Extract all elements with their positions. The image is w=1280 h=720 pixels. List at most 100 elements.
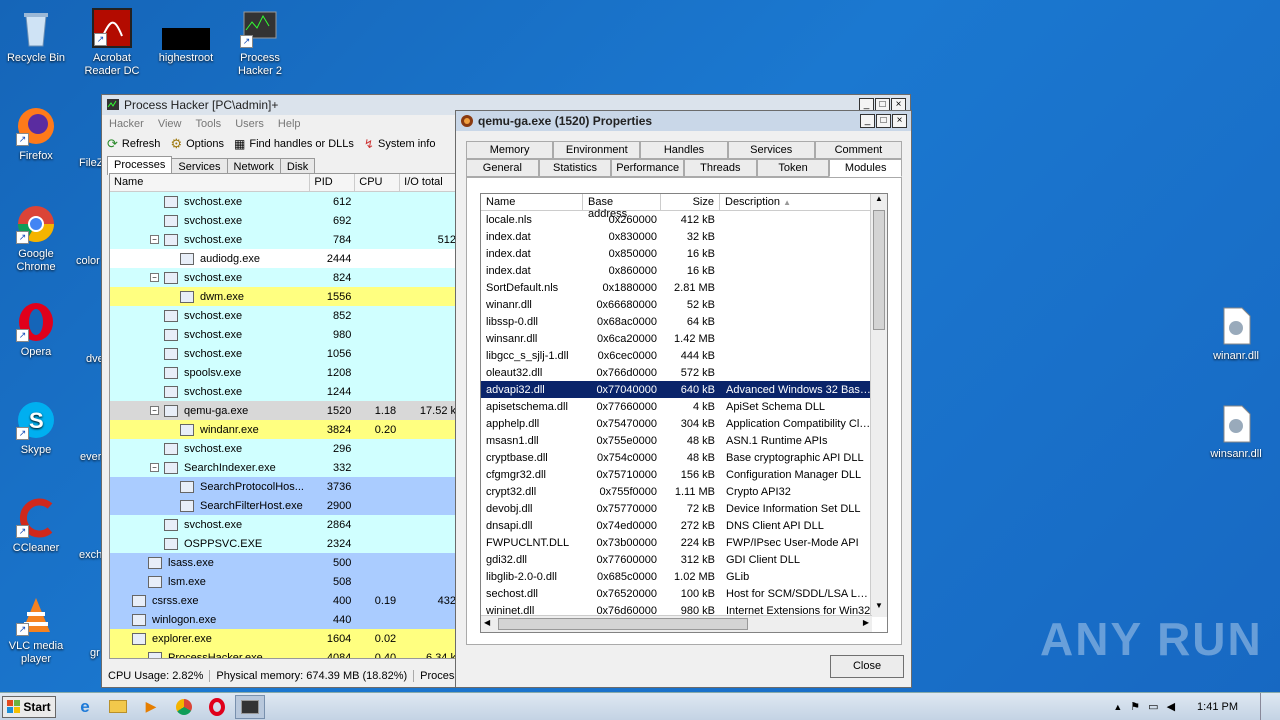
module-row[interactable]: index.dat 0x860000 16 kB [481, 262, 887, 279]
menu-help[interactable]: Help [278, 118, 301, 130]
process-row[interactable]: windanr.exe 3824 0.20 [110, 420, 458, 439]
process-row[interactable]: svchost.exe 852 [110, 306, 458, 325]
column-header-io[interactable]: I/O total [400, 174, 458, 191]
module-row[interactable]: msasn1.dll 0x755e0000 48 kB ASN.1 Runtime A… [481, 432, 887, 449]
process-row[interactable]: svchost.exe 296 [110, 439, 458, 458]
menu-hacker[interactable]: Hacker [109, 118, 144, 130]
collapse-toggle-icon[interactable]: − [150, 406, 159, 415]
process-row[interactable]: winlogon.exe 440 [110, 610, 458, 629]
tab-general[interactable]: General [466, 159, 539, 177]
module-row[interactable]: FWPUCLNT.DLL 0x73b00000 224 kB FWP/IPsec Us… [481, 534, 887, 551]
column-header-description[interactable]: Description ▲ [720, 194, 871, 210]
desktop-icon-vlc[interactable]: ↗ VLC media player [0, 596, 72, 666]
column-header-base-address[interactable]: Base address [583, 194, 661, 220]
system-info-button[interactable]: ↯ System info [364, 137, 436, 151]
taskbar-explorer[interactable] [103, 695, 133, 719]
tab-services[interactable]: Services [727, 141, 815, 159]
scroll-down-arrow-icon[interactable]: ▼ [871, 601, 887, 617]
module-row[interactable]: libssp-0.dll 0x68ac0000 64 kB [481, 313, 887, 330]
tab-threads[interactable]: Threads [684, 159, 757, 177]
module-row[interactable]: locale.nls 0x260000 412 kB [481, 211, 887, 228]
process-row[interactable]: lsm.exe 508 [110, 572, 458, 591]
desktop-icon-firefox[interactable]: ↗ Firefox [0, 106, 72, 163]
module-row[interactable]: SortDefault.nls 0x1880000 2.81 MB [481, 279, 887, 296]
process-row[interactable]: − svchost.exe 824 [110, 268, 458, 287]
close-button[interactable]: × [892, 114, 907, 128]
process-row[interactable]: OSPPSVC.EXE 2324 [110, 534, 458, 553]
module-row[interactable]: winanr.dll 0x66680000 52 kB [481, 296, 887, 313]
module-row[interactable]: libgcc_s_sjlj-1.dll 0x6cec0000 444 kB [481, 347, 887, 364]
desktop-icon-winanr-dll[interactable]: winanr.dll [1200, 306, 1272, 363]
scrollbar-thumb[interactable] [498, 618, 748, 630]
refresh-button[interactable]: ⟳ Refresh [107, 136, 160, 152]
taskbar-ie[interactable]: e [70, 695, 100, 719]
flag-icon[interactable]: ⚑ [1130, 700, 1140, 713]
desktop-icon-opera[interactable]: ↗ Opera [0, 302, 72, 359]
scrollbar-thumb[interactable] [873, 210, 885, 330]
tab-handles[interactable]: Handles [640, 141, 728, 159]
show-hidden-icons-icon[interactable]: ▲ [1113, 702, 1122, 712]
column-header-name[interactable]: Name [110, 174, 311, 191]
desktop-icon-winsanr-dll[interactable]: winsanr.dll [1200, 404, 1272, 461]
taskbar-chrome[interactable] [169, 695, 199, 719]
show-desktop-button[interactable] [1260, 693, 1270, 720]
process-row[interactable]: svchost.exe 692 [110, 211, 458, 230]
module-row[interactable]: index.dat 0x830000 32 kB [481, 228, 887, 245]
process-row[interactable]: − svchost.exe 784 512 [110, 230, 458, 249]
process-row[interactable]: svchost.exe 1056 [110, 344, 458, 363]
desktop-icon-highestroot[interactable]: highestroot [150, 8, 222, 65]
process-row[interactable]: csrss.exe 400 0.19 432 [110, 591, 458, 610]
desktop-icon-ccleaner[interactable]: ↗ CCleaner [0, 498, 72, 555]
process-row[interactable]: svchost.exe 980 [110, 325, 458, 344]
process-row[interactable]: svchost.exe 2864 [110, 515, 458, 534]
process-row[interactable]: spoolsv.exe 1208 [110, 363, 458, 382]
collapse-toggle-icon[interactable]: − [150, 235, 159, 244]
clock[interactable]: 1:41 PM [1197, 701, 1238, 713]
module-row[interactable]: gdi32.dll 0x77600000 312 kB GDI Client DLL [481, 551, 887, 568]
process-row[interactable]: − SearchIndexer.exe 332 [110, 458, 458, 477]
taskbar-opera[interactable] [202, 695, 232, 719]
tab-comment[interactable]: Comment [814, 141, 903, 159]
scroll-left-arrow-icon[interactable]: ◀ [484, 618, 490, 627]
module-row[interactable]: libglib-2.0-0.dll 0x685c0000 1.02 MB GLib [481, 568, 887, 585]
maximize-button[interactable]: □ [876, 114, 891, 128]
module-row[interactable]: index.dat 0x850000 16 kB [481, 245, 887, 262]
tab-performance[interactable]: Performance [611, 159, 685, 177]
scroll-up-arrow-icon[interactable]: ▲ [871, 194, 887, 210]
process-row[interactable]: ProcessHacker.exe 4084 0.40 6.34 k [110, 648, 458, 658]
tab-statistics[interactable]: Statistics [538, 159, 612, 177]
horizontal-scrollbar[interactable]: ◀ ▶ [481, 615, 872, 632]
menu-tools[interactable]: Tools [196, 118, 222, 130]
module-row[interactable]: cfgmgr32.dll 0x75710000 156 kB Configuratio… [481, 466, 887, 483]
process-row[interactable]: svchost.exe 612 [110, 192, 458, 211]
properties-titlebar[interactable]: qemu-ga.exe (1520) Properties _ □ × [456, 111, 911, 131]
process-row[interactable]: svchost.exe 1244 [110, 382, 458, 401]
module-row[interactable]: apphelp.dll 0x75470000 304 kB Application C… [481, 415, 887, 432]
find-handles-button[interactable]: ▦ Find handles or DLLs [234, 137, 354, 151]
module-row[interactable]: devobj.dll 0x75770000 72 kB Device Informat… [481, 500, 887, 517]
desktop-icon-recycle-bin[interactable]: Recycle Bin [0, 8, 72, 65]
desktop-icon-chrome[interactable]: ↗ Google Chrome [0, 204, 72, 274]
module-row[interactable]: sechost.dll 0x76520000 100 kB Host for SCM/… [481, 585, 887, 602]
process-row[interactable]: SearchProtocolHos... 3736 [110, 477, 458, 496]
desktop-icon-skype[interactable]: S ↗ Skype [0, 400, 72, 457]
process-row[interactable]: lsass.exe 500 [110, 553, 458, 572]
column-header-name[interactable]: Name [481, 194, 583, 210]
process-row[interactable]: audiodg.exe 2444 [110, 249, 458, 268]
properties-dialog[interactable]: qemu-ga.exe (1520) Properties _ □ × Memo… [455, 110, 912, 688]
desktop-icon-process-hacker[interactable]: ↗ Process Hacker 2 [224, 8, 296, 78]
process-row[interactable]: SearchFilterHost.exe 2900 [110, 496, 458, 515]
process-row[interactable]: dwm.exe 1556 [110, 287, 458, 306]
scroll-right-arrow-icon[interactable]: ▶ [863, 618, 869, 627]
module-row[interactable]: advapi32.dll 0x77040000 640 kB Advanced Win… [481, 381, 887, 398]
tab-modules[interactable]: Modules [829, 159, 903, 177]
module-row[interactable]: apisetschema.dll 0x77660000 4 kB ApiSet Sch… [481, 398, 887, 415]
column-header-size[interactable]: Size [661, 194, 720, 210]
tab-environment[interactable]: Environment [553, 141, 641, 159]
menu-users[interactable]: Users [235, 118, 264, 130]
minimize-button[interactable]: _ [860, 114, 875, 128]
modules-list[interactable]: Name Base address Size Description ▲ loc… [480, 193, 888, 633]
desktop-icon-acrobat[interactable]: ↗ Acrobat Reader DC [76, 8, 148, 78]
options-button[interactable]: ⚙ Options [170, 136, 224, 152]
speaker-icon[interactable]: ◀ [1167, 700, 1175, 713]
